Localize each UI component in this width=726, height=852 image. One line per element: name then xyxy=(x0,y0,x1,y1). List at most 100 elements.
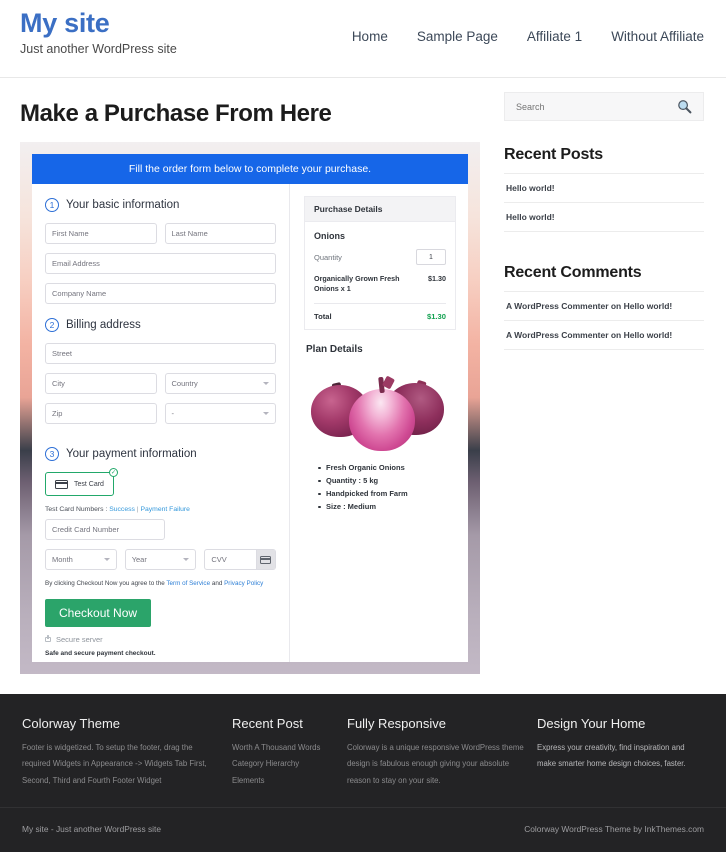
list-item: Fresh Organic Onions xyxy=(326,462,456,475)
test-card-numbers: Test Card Numbers : Success | Payment Fa… xyxy=(45,506,276,513)
chevron-down-icon xyxy=(263,382,269,385)
list-item[interactable]: A WordPress Commenter on Hello world! xyxy=(504,321,704,350)
footer-column-2: Recent Post Worth A Thousand Words Categ… xyxy=(232,716,347,789)
nav-item-sample-page[interactable]: Sample Page xyxy=(417,29,498,44)
plan-details-heading: Plan Details xyxy=(306,344,456,355)
widget-title-recent-comments: Recent Comments xyxy=(504,264,704,292)
nav-item-without-affiliate[interactable]: Without Affiliate xyxy=(611,29,704,44)
list-item[interactable]: Hello world! xyxy=(504,174,704,203)
cvv-help-icon[interactable] xyxy=(256,550,275,569)
step-2-title: Billing address xyxy=(66,319,141,331)
test-card-option-wrapper: Test Card ✓ xyxy=(45,472,114,496)
sidebar: Recent Posts Hello world! Hello world! R… xyxy=(504,78,704,350)
terms-text-mid: and xyxy=(210,580,224,587)
search-icon[interactable] xyxy=(677,99,692,114)
city-input[interactable]: City xyxy=(45,373,157,394)
order-banner: Fill the order form below to complete yo… xyxy=(32,154,468,184)
payment-failure-link[interactable]: Payment Failure xyxy=(140,506,190,513)
purchase-details-body: Onions Quantity 1 Organically Grown Fres… xyxy=(305,222,455,329)
list-item: Quantity : 5 kg xyxy=(326,475,456,488)
city-country-row: City Country xyxy=(45,373,276,403)
onion-center xyxy=(349,389,415,451)
footer-text-4: Express your creativity, find inspiratio… xyxy=(537,740,704,773)
site-footer: Colorway Theme Footer is widgetized. To … xyxy=(0,694,726,852)
site-title[interactable]: My site xyxy=(20,9,177,39)
total-label: Total xyxy=(314,312,332,321)
terms-notice: By clicking Checkout Now you agree to th… xyxy=(45,580,276,589)
step-1-number: 1 xyxy=(45,198,59,212)
order-body: 1 Your basic information First Name Last… xyxy=(32,184,468,662)
search-input[interactable] xyxy=(516,102,656,112)
list-item: Handpicked from Farm xyxy=(326,488,456,501)
list-item[interactable]: Category Hierarchy xyxy=(232,756,347,772)
order-form-widget: Fill the order form below to complete yo… xyxy=(20,142,480,674)
credit-card-number-input[interactable]: Credit Card Number xyxy=(45,519,165,540)
step-3-title: Your payment information xyxy=(66,448,197,460)
last-name-input[interactable]: Last Name xyxy=(165,223,277,244)
step-3-heading: 3 Your payment information xyxy=(45,447,276,461)
step-2-heading: 2 Billing address xyxy=(45,318,276,332)
secure-server-label: Secure server xyxy=(56,635,103,644)
expiry-month-value: Month xyxy=(52,555,73,564)
total-row: Total $1.30 xyxy=(314,304,446,321)
test-card-numbers-prefix: Test Card Numbers : xyxy=(45,506,109,513)
line-item-row: Organically Grown Fresh Onions x 1 $1.30 xyxy=(314,274,446,304)
privacy-policy-link[interactable]: Privacy Policy xyxy=(224,580,263,587)
test-card-label: Test Card xyxy=(74,481,104,488)
total-amount: $1.30 xyxy=(427,312,446,321)
chevron-down-icon xyxy=(104,558,110,561)
widget-spacer xyxy=(504,232,704,264)
state-select[interactable]: - xyxy=(165,403,277,424)
footer-text-3: Colorway is a unique responsive WordPres… xyxy=(347,740,537,789)
widget-title-recent-posts: Recent Posts xyxy=(504,146,704,174)
chevron-down-icon xyxy=(183,558,189,561)
credit-card-icon xyxy=(260,556,271,564)
list-item[interactable]: A WordPress Commenter on Hello world! xyxy=(504,292,704,321)
zip-input[interactable]: Zip xyxy=(45,403,157,424)
site-header: My site Just another WordPress site Home… xyxy=(0,0,726,78)
list-item[interactable]: Elements xyxy=(232,773,347,789)
lock-icon xyxy=(45,637,51,642)
cvv-wrapper: CVV xyxy=(204,549,276,570)
expiry-month-select[interactable]: Month xyxy=(45,549,117,570)
country-select[interactable]: Country xyxy=(165,373,277,394)
checkout-form-column: 1 Your basic information First Name Last… xyxy=(32,184,290,662)
quantity-input[interactable]: 1 xyxy=(416,249,446,265)
recent-comments-list: A WordPress Commenter on Hello world! A … xyxy=(504,292,704,350)
line-item-name: Organically Grown Fresh Onions x 1 xyxy=(314,274,406,295)
test-card-option[interactable]: Test Card xyxy=(45,472,114,496)
step-3-number: 3 xyxy=(45,447,59,461)
footer-recent-post-list: Worth A Thousand Words Category Hierarch… xyxy=(232,740,347,789)
expiry-year-value: Year xyxy=(132,555,147,564)
country-select-value: Country xyxy=(172,379,198,388)
list-item[interactable]: Worth A Thousand Words xyxy=(232,740,347,756)
state-select-value: - xyxy=(172,409,175,418)
expiry-year-select[interactable]: Year xyxy=(125,549,197,570)
term-of-service-link[interactable]: Term of Service xyxy=(166,580,210,587)
email-input[interactable]: Email Address xyxy=(45,253,276,274)
company-input[interactable]: Company Name xyxy=(45,283,276,304)
footer-heading-3: Fully Responsive xyxy=(347,716,537,731)
page-title: Make a Purchase From Here xyxy=(20,100,480,128)
success-link[interactable]: Success xyxy=(109,506,135,513)
terms-text-pre: By clicking Checkout Now you agree to th… xyxy=(45,580,166,587)
checkout-now-button[interactable]: Checkout Now xyxy=(45,599,151,627)
footer-column-4: Design Your Home Express your creativity… xyxy=(537,716,704,789)
recent-posts-list: Hello world! Hello world! xyxy=(504,174,704,232)
onion-product-image xyxy=(304,359,456,454)
name-row: First Name Last Name xyxy=(45,223,276,253)
street-input[interactable]: Street xyxy=(45,343,276,364)
expiry-row: Month Year CVV xyxy=(45,549,276,570)
nav-item-home[interactable]: Home xyxy=(352,29,388,44)
product-name: Onions xyxy=(314,231,446,241)
footer-text-1: Footer is widgetized. To setup the foote… xyxy=(22,740,232,789)
quantity-row: Quantity 1 xyxy=(314,249,446,265)
footer-heading-4: Design Your Home xyxy=(537,716,704,731)
list-item[interactable]: Hello world! xyxy=(504,203,704,232)
nav-item-affiliate-1[interactable]: Affiliate 1 xyxy=(527,29,582,44)
first-name-input[interactable]: First Name xyxy=(45,223,157,244)
safe-checkout-note: Safe and secure payment checkout. xyxy=(45,650,276,657)
footer-column-1: Colorway Theme Footer is widgetized. To … xyxy=(22,716,232,789)
footer-credit[interactable]: Colorway WordPress Theme by InkThemes.co… xyxy=(524,824,704,834)
zip-state-row: Zip - xyxy=(45,403,276,433)
